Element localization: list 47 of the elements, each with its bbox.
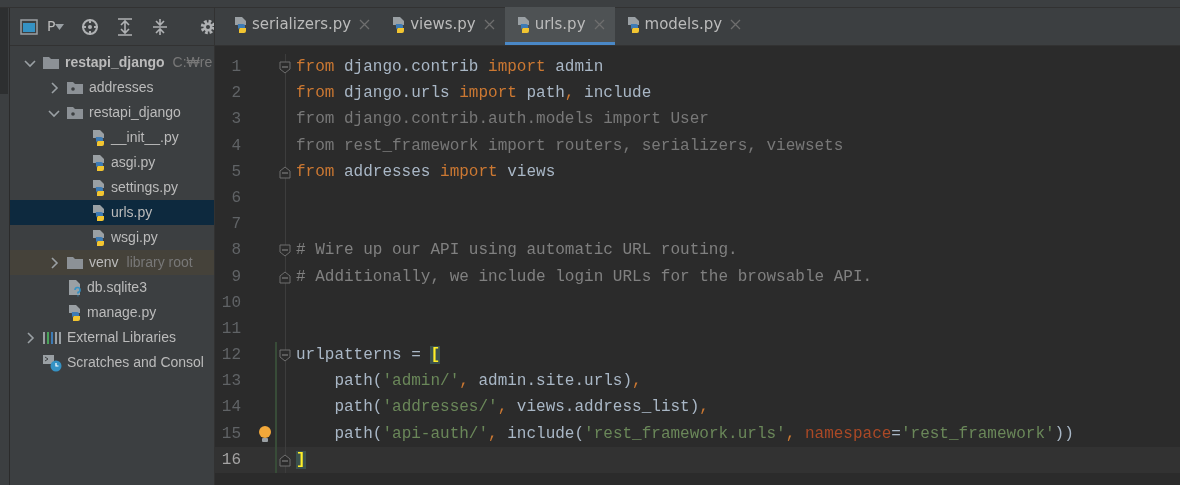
line-number: 15 [220,423,241,445]
editor-tab[interactable]: models.py [614,7,752,45]
tree-item[interactable]: wsgi.py [111,227,158,248]
line-number: 5 [230,161,241,183]
line-number: 16 [220,449,241,471]
tree-item[interactable]: urls.py [111,202,153,223]
code-line: path('admin/', admin.site.urls), [333,371,642,393]
line-number: 4 [230,135,241,157]
line-number: 12 [220,345,241,367]
line-number: 7 [230,214,241,236]
line-number: 6 [230,187,241,209]
line-number: 11 [220,318,241,340]
code-line: from rest_framework import routers, serializers, viewsets [296,135,844,157]
code-line: path('addresses/', views.address_list), [333,397,709,419]
tree-item[interactable]: settings.py [111,177,178,198]
tree-item[interactable]: __init__.py [111,127,179,148]
tree-item[interactable]: db.sqlite3 [87,277,147,298]
tree-item[interactable]: restapi_django [65,52,165,73]
code-line: from django.urls import path, include [296,83,652,105]
editor-tab[interactable]: views.py [380,7,505,45]
view-selector[interactable]: P [47,16,65,37]
line-number: 13 [220,371,241,393]
code-line: from django.contrib import admin [296,57,604,78]
editor-tab[interactable]: serializers.py [222,7,381,45]
path-hint: C:₩re [172,53,213,72]
tree-item[interactable]: restapi_django [89,102,181,123]
line-number: 9 [230,266,241,288]
tree-item[interactable]: addresses [89,77,154,98]
tree-item[interactable]: Scratches and Consol [67,352,204,373]
line-number: 1 [230,57,241,78]
line-number: 10 [220,292,241,314]
code-line: from addresses import views [296,161,556,183]
line-number: 2 [230,83,241,105]
line-number: 14 [220,397,241,419]
code-line: # Wire up our API using automatic URL routing. [296,240,738,262]
code-line: from django.contrib.auth.models import User [296,109,709,131]
editor-tab[interactable]: urls.py [504,7,615,45]
tree-item[interactable]: manage.py [87,302,157,323]
tree-item[interactable]: External Libraries [67,327,176,348]
line-number: 3 [230,109,241,131]
code-line: # Additionally, we include login URLs for the browsable API. [296,266,873,288]
code-line: path('api-auth/', include('rest_framework.urls', namespace='rest_framework')) [333,423,1074,445]
tree-item[interactable]: venv [89,252,119,273]
tree-item[interactable]: asgi.py [111,152,156,173]
line-number: 8 [230,240,241,262]
path-hint: library root [126,253,193,272]
code-line: urlpatterns = [ [296,345,441,367]
